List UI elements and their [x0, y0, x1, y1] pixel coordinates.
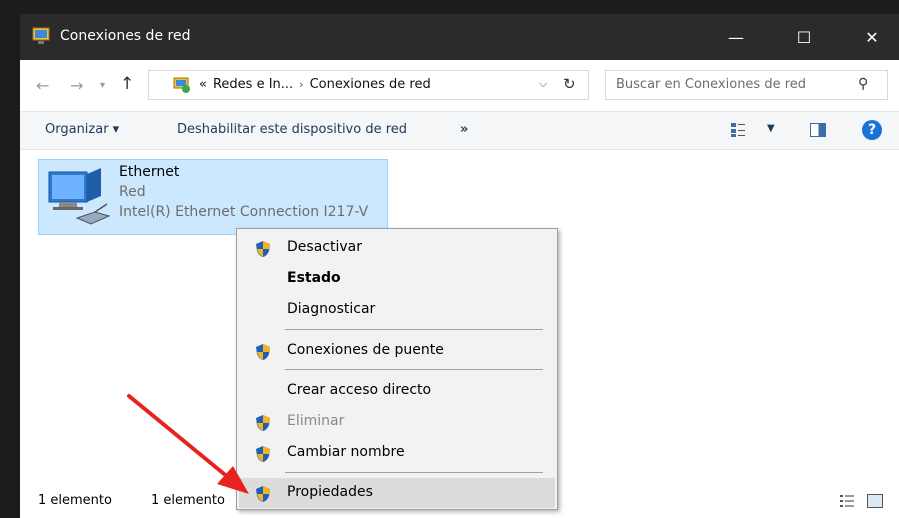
menu-item-eliminar[interactable]: Eliminar	[239, 407, 555, 437]
breadcrumb-item-network[interactable]: Redes e In...	[213, 77, 293, 92]
window-title: Conexiones de red	[60, 28, 191, 44]
menu-separator	[285, 329, 543, 330]
change-view-icon[interactable]	[730, 122, 746, 138]
minimize-button[interactable]: —	[713, 14, 759, 60]
network-connections-app-icon	[32, 27, 50, 44]
menu-item-label: Diagnosticar	[287, 301, 376, 317]
recent-locations-chevron-icon[interactable]: ▾	[100, 80, 105, 91]
view-dropdown-icon[interactable]: ▼	[767, 123, 775, 134]
organize-button[interactable]: Organizar ▾	[45, 122, 119, 137]
large-icons-view-icon[interactable]	[867, 494, 883, 508]
forward-arrow-icon[interactable]: →	[70, 76, 83, 95]
uac-shield-icon	[256, 486, 270, 502]
help-icon[interactable]: ?	[862, 120, 882, 140]
uac-shield-icon	[256, 446, 270, 462]
connection-name: Ethernet	[119, 164, 180, 180]
preview-pane-icon[interactable]	[810, 123, 826, 137]
more-commands-button[interactable]: »	[460, 122, 468, 137]
breadcrumb-separator-icon[interactable]: ›	[299, 78, 303, 91]
control-panel-icon	[173, 77, 190, 93]
menu-item-desactivar[interactable]: Desactivar	[239, 233, 555, 263]
ethernet-adapter-icon	[48, 168, 111, 225]
context-menu: Desactivar Estado Diagnosticar Conexione…	[236, 228, 558, 510]
menu-item-label: Conexiones de puente	[287, 342, 444, 358]
details-view-icon[interactable]	[840, 494, 854, 508]
connection-network: Red	[119, 184, 146, 200]
refresh-icon[interactable]: ↻	[563, 75, 576, 93]
menu-separator	[285, 369, 543, 370]
command-bar: Organizar ▾ Deshabilitar este dispositiv…	[20, 112, 899, 150]
search-icon[interactable]: ⚲	[858, 76, 868, 92]
menu-item-label: Cambiar nombre	[287, 444, 405, 460]
address-path-field[interactable]: « Redes e In... › Conexiones de red ⌵ ↻	[148, 70, 589, 100]
menu-item-crear-acceso-directo[interactable]: Crear acceso directo	[239, 376, 555, 406]
search-placeholder: Buscar en Conexiones de red	[616, 77, 807, 92]
back-arrow-icon[interactable]: ←	[36, 76, 49, 95]
maximize-button[interactable]: ☐	[781, 14, 827, 60]
disable-device-button[interactable]: Deshabilitar este dispositivo de red	[177, 122, 407, 137]
connection-adapter: Intel(R) Ethernet Connection I217-V	[119, 204, 369, 220]
up-arrow-icon[interactable]: ↑	[120, 74, 134, 94]
title-bar: Conexiones de red — ☐ ✕	[20, 14, 899, 60]
breadcrumb-overflow[interactable]: «	[199, 77, 207, 92]
uac-shield-icon	[256, 241, 270, 257]
breadcrumb: « Redes e In... › Conexiones de red	[199, 77, 437, 92]
menu-item-label: Desactivar	[287, 239, 362, 255]
menu-item-label: Eliminar	[287, 413, 345, 429]
menu-item-conexiones-de-puente[interactable]: Conexiones de puente	[239, 336, 555, 366]
menu-separator	[285, 472, 543, 473]
menu-item-estado[interactable]: Estado	[239, 264, 555, 294]
menu-item-cambiar-nombre[interactable]: Cambiar nombre	[239, 438, 555, 468]
uac-shield-icon	[256, 415, 270, 431]
close-button[interactable]: ✕	[849, 14, 895, 60]
search-input[interactable]: Buscar en Conexiones de red ⚲	[605, 70, 888, 100]
uac-shield-icon	[256, 344, 270, 360]
address-dropdown-icon[interactable]: ⌵	[539, 77, 547, 91]
annotation-arrow-icon	[127, 394, 249, 494]
breadcrumb-item-connections[interactable]: Conexiones de red	[310, 77, 431, 92]
menu-item-diagnosticar[interactable]: Diagnosticar	[239, 295, 555, 325]
menu-item-label: Propiedades	[287, 484, 373, 500]
menu-item-label: Estado	[287, 270, 341, 286]
menu-item-propiedades[interactable]: Propiedades	[239, 478, 555, 508]
ethernet-connection-item[interactable]: Ethernet Red Intel(R) Ethernet Connectio…	[38, 159, 388, 235]
address-bar: ← → ▾ ↑ « Redes e In... › Conexiones de red…	[20, 60, 899, 112]
item-count: 1 elemento	[38, 493, 112, 508]
menu-item-label: Crear acceso directo	[287, 382, 432, 398]
